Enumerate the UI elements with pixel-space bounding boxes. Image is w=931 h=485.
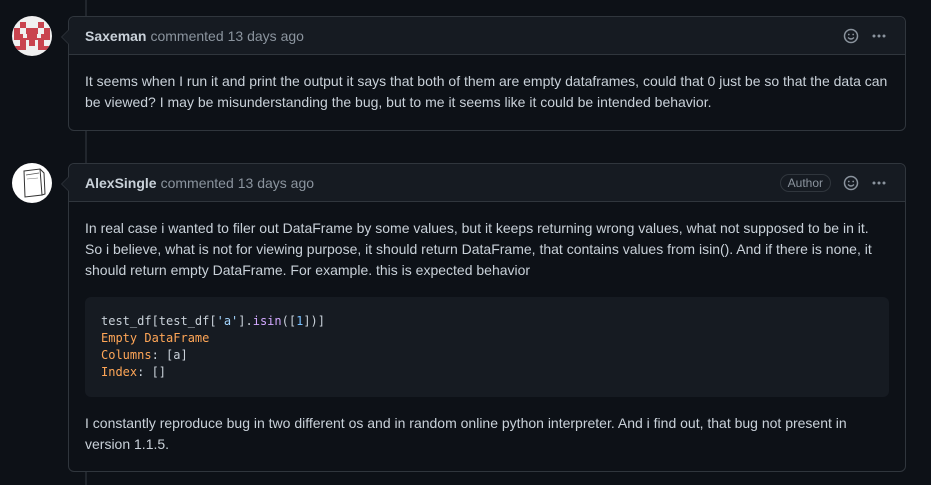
code-token: Columns xyxy=(101,348,152,362)
code-token: Index xyxy=(101,365,138,379)
comment-text: It seems when I run it and print the out… xyxy=(85,73,888,110)
code-block: test_df[test_df['a'].isin([1])] Empty Da… xyxy=(85,297,889,397)
code-token: ([ xyxy=(281,314,297,328)
code-token: ]. xyxy=(238,314,253,328)
comment-text: In real case i wanted to filer out DataF… xyxy=(85,220,872,278)
avatar[interactable] xyxy=(12,16,52,56)
comment-body: In real case i wanted to filer out DataF… xyxy=(69,202,905,471)
comment-timestamp[interactable]: 13 days ago xyxy=(238,175,314,191)
code-token: : [] xyxy=(137,365,167,379)
kebab-horizontal-icon[interactable] xyxy=(869,26,889,46)
kebab-horizontal-icon[interactable] xyxy=(869,173,889,193)
code-token: test_df[test_df[ xyxy=(101,314,217,328)
code-token: Empty DataFrame xyxy=(101,331,210,345)
smiley-icon[interactable] xyxy=(841,26,861,46)
code-token: isin xyxy=(252,314,282,328)
timeline-line xyxy=(85,472,87,485)
comment-header: AlexSingle commented 13 days ago Author xyxy=(69,164,905,202)
comment-author[interactable]: AlexSingle xyxy=(85,175,157,191)
code-token: : [a] xyxy=(151,348,188,362)
code-token: ])] xyxy=(303,314,326,328)
code-line: test_df[test_df['a'].isin([1])] xyxy=(101,313,873,330)
comment-verb: commented xyxy=(150,27,224,44)
code-token: 'a' xyxy=(216,314,239,328)
comment-timestamp[interactable]: 13 days ago xyxy=(228,28,304,44)
comment-body: It seems when I run it and print the out… xyxy=(69,55,905,129)
timeline-line xyxy=(85,0,87,16)
comment-card: Saxeman commented 13 days ago It seems w… xyxy=(61,16,906,131)
comment-card: AlexSingle commented 13 days ago Author … xyxy=(61,163,906,472)
comment-header: Saxeman commented 13 days ago xyxy=(69,17,905,55)
comment-author[interactable]: Saxeman xyxy=(85,28,146,44)
comment-text: I constantly reproduce bug in two differ… xyxy=(85,415,847,452)
comment-verb: commented xyxy=(160,174,234,191)
avatar[interactable] xyxy=(12,163,52,203)
code-line: Columns: [a] xyxy=(101,347,873,364)
smiley-icon[interactable] xyxy=(841,173,861,193)
author-badge: Author xyxy=(779,173,831,192)
code-line: Index: [] xyxy=(101,364,873,381)
code-line: Empty DataFrame xyxy=(101,330,873,347)
timeline-line xyxy=(85,131,87,163)
